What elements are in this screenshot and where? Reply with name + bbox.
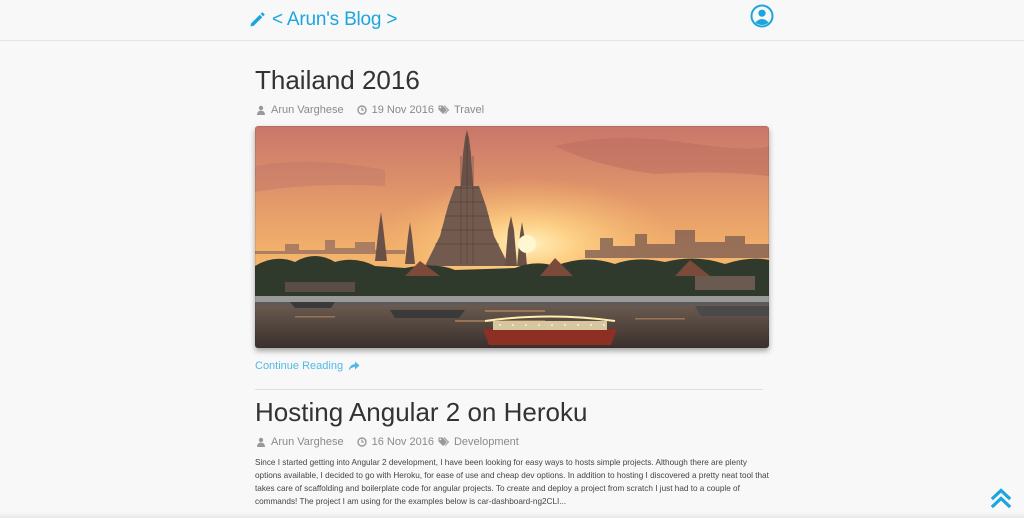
brand-link[interactable]: < Arun's Blog >: [248, 8, 397, 32]
top-navbar: < Arun's Blog >: [0, 0, 1024, 41]
user-circle-icon: [750, 4, 774, 32]
post-author[interactable]: Arun Varghese: [271, 104, 344, 116]
post-date: 19 Nov 2016: [371, 104, 434, 116]
post-card: Thailand 2016 Arun Varghese 19 Nov 2016 …: [255, 64, 775, 118]
post-author[interactable]: Arun Varghese: [271, 436, 344, 448]
account-button[interactable]: [750, 4, 774, 28]
post-title[interactable]: Thailand 2016: [255, 64, 775, 96]
tags-icon: [438, 436, 450, 448]
post-divider: [255, 389, 763, 390]
continue-reading-label: Continue Reading: [255, 360, 344, 372]
post-date: 16 Nov 2016: [371, 436, 434, 448]
post-meta: Arun Varghese 16 Nov 2016 Development: [255, 434, 775, 450]
post-category[interactable]: Development: [454, 436, 519, 448]
post-hero-image[interactable]: [255, 126, 769, 348]
tags-icon: [438, 104, 450, 116]
post-meta: Arun Varghese 19 Nov 2016 Travel: [255, 102, 775, 118]
post-card: Hosting Angular 2 on Heroku Arun Varghes…: [255, 396, 775, 450]
post-excerpt: Since I started getting into Angular 2 d…: [255, 458, 769, 506]
brand-title: < Arun's Blog >: [272, 9, 398, 30]
continue-reading-link[interactable]: Continue Reading: [255, 360, 360, 372]
pencil-icon: [248, 11, 266, 29]
share-arrow-icon: [348, 361, 360, 372]
post-category[interactable]: Travel: [454, 104, 484, 116]
user-icon: [255, 436, 267, 448]
bottom-fade: [0, 512, 1024, 518]
user-icon: [255, 104, 267, 116]
back-to-top-button[interactable]: [990, 487, 1012, 509]
clock-icon: [356, 436, 368, 448]
clock-icon: [356, 104, 368, 116]
post-title[interactable]: Hosting Angular 2 on Heroku: [255, 396, 775, 428]
double-chevron-up-icon: [990, 488, 1012, 513]
